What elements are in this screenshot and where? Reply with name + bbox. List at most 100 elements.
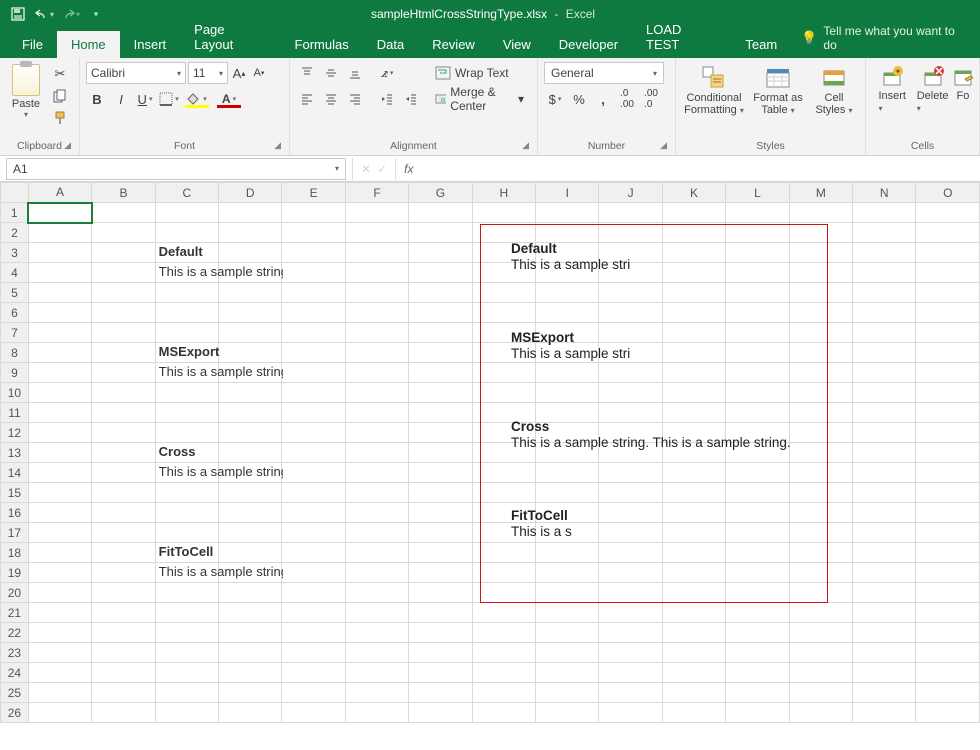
cell-A12[interactable] bbox=[28, 423, 91, 443]
cell-A13[interactable] bbox=[28, 443, 91, 463]
cell-O18[interactable] bbox=[916, 543, 980, 563]
row-header-22[interactable]: 22 bbox=[1, 623, 29, 643]
cell-C7[interactable] bbox=[155, 323, 218, 343]
cell-N1[interactable] bbox=[853, 203, 916, 223]
cell-I25[interactable] bbox=[536, 683, 599, 703]
col-header-E[interactable]: E bbox=[282, 183, 345, 203]
col-header-G[interactable]: G bbox=[409, 183, 472, 203]
cell-K1[interactable] bbox=[662, 203, 725, 223]
cell-G3[interactable] bbox=[409, 243, 472, 263]
cell-I22[interactable] bbox=[536, 623, 599, 643]
cell-G10[interactable] bbox=[409, 383, 472, 403]
cell-F8[interactable] bbox=[345, 343, 408, 363]
cell-D5[interactable] bbox=[219, 283, 282, 303]
cell-M24[interactable] bbox=[789, 663, 852, 683]
cell-G22[interactable] bbox=[409, 623, 472, 643]
cell-G14[interactable] bbox=[409, 463, 472, 483]
cell-B15[interactable] bbox=[92, 483, 155, 503]
tab-home[interactable]: Home bbox=[57, 31, 120, 58]
cell-I24[interactable] bbox=[536, 663, 599, 683]
enter-formula-button[interactable]: ✓ bbox=[377, 162, 387, 176]
cell-B10[interactable] bbox=[92, 383, 155, 403]
align-left-button[interactable] bbox=[296, 88, 318, 110]
font-name-selector[interactable]: Calibri▾ bbox=[86, 62, 186, 84]
cell-N15[interactable] bbox=[853, 483, 916, 503]
cell-K25[interactable] bbox=[662, 683, 725, 703]
cell-B18[interactable] bbox=[92, 543, 155, 563]
cell-N11[interactable] bbox=[853, 403, 916, 423]
cell-F6[interactable] bbox=[345, 303, 408, 323]
cell-A7[interactable] bbox=[28, 323, 91, 343]
cell-L22[interactable] bbox=[726, 623, 789, 643]
cell-D12[interactable] bbox=[219, 423, 282, 443]
row-header-26[interactable]: 26 bbox=[1, 703, 29, 723]
row-header-16[interactable]: 16 bbox=[1, 503, 29, 523]
cell-O7[interactable] bbox=[916, 323, 980, 343]
spreadsheet-grid[interactable]: ABCDEFGHIJKLMNO123Default4This is a samp… bbox=[0, 182, 980, 723]
cell-A16[interactable] bbox=[28, 503, 91, 523]
cell-O12[interactable] bbox=[916, 423, 980, 443]
cell-B7[interactable] bbox=[92, 323, 155, 343]
cell-N21[interactable] bbox=[853, 603, 916, 623]
cell-E1[interactable] bbox=[282, 203, 345, 223]
cell-G11[interactable] bbox=[409, 403, 472, 423]
cell-F1[interactable] bbox=[345, 203, 408, 223]
cell-M14[interactable] bbox=[789, 463, 852, 483]
col-header-C[interactable]: C bbox=[155, 183, 218, 203]
cell-H22[interactable] bbox=[472, 623, 535, 643]
cell-C3[interactable]: Default bbox=[155, 243, 218, 263]
cell-C4[interactable]: This is a sample string. bbox=[155, 263, 218, 283]
cell-B12[interactable] bbox=[92, 423, 155, 443]
cell-L23[interactable] bbox=[726, 643, 789, 663]
cell-C6[interactable] bbox=[155, 303, 218, 323]
cell-E9[interactable] bbox=[282, 363, 345, 383]
cell-M25[interactable] bbox=[789, 683, 852, 703]
cell-E23[interactable] bbox=[282, 643, 345, 663]
row-header-21[interactable]: 21 bbox=[1, 603, 29, 623]
cell-N10[interactable] bbox=[853, 383, 916, 403]
cell-G5[interactable] bbox=[409, 283, 472, 303]
cell-N14[interactable] bbox=[853, 463, 916, 483]
cell-M8[interactable] bbox=[789, 343, 852, 363]
cell-N6[interactable] bbox=[853, 303, 916, 323]
cell-F14[interactable] bbox=[345, 463, 408, 483]
insert-cells-button[interactable]: ✦ Insert▾ bbox=[872, 62, 912, 114]
cell-M23[interactable] bbox=[789, 643, 852, 663]
cell-M5[interactable] bbox=[789, 283, 852, 303]
conditional-formatting-button[interactable]: Conditional Formatting ▾ bbox=[682, 62, 746, 116]
decrease-indent-button[interactable] bbox=[376, 88, 398, 110]
cell-I1[interactable] bbox=[536, 203, 599, 223]
row-header-23[interactable]: 23 bbox=[1, 643, 29, 663]
cell-E17[interactable] bbox=[282, 523, 345, 543]
copy-button[interactable] bbox=[50, 86, 70, 106]
cell-B5[interactable] bbox=[92, 283, 155, 303]
cell-D23[interactable] bbox=[219, 643, 282, 663]
cell-J23[interactable] bbox=[599, 643, 662, 663]
undo-button[interactable]: ▾ bbox=[34, 4, 54, 24]
alignment-dialog-launcher[interactable]: ◢ bbox=[522, 140, 529, 151]
percent-format-button[interactable]: % bbox=[568, 88, 590, 110]
cell-C9[interactable]: This is a sample string. bbox=[155, 363, 218, 383]
cell-I2[interactable] bbox=[536, 223, 599, 243]
cell-F20[interactable] bbox=[345, 583, 408, 603]
cell-D20[interactable] bbox=[219, 583, 282, 603]
col-header-M[interactable]: M bbox=[789, 183, 852, 203]
redo-button[interactable]: ▾ bbox=[60, 4, 80, 24]
cell-K2[interactable] bbox=[662, 223, 725, 243]
cell-J26[interactable] bbox=[599, 703, 662, 723]
cell-B1[interactable] bbox=[92, 203, 155, 223]
cell-C26[interactable] bbox=[155, 703, 218, 723]
cell-G4[interactable] bbox=[409, 263, 472, 283]
cell-B21[interactable] bbox=[92, 603, 155, 623]
wrap-text-button[interactable]: Wrap Text bbox=[428, 62, 531, 84]
row-header-17[interactable]: 17 bbox=[1, 523, 29, 543]
cell-O15[interactable] bbox=[916, 483, 980, 503]
cell-C15[interactable] bbox=[155, 483, 218, 503]
number-dialog-launcher[interactable]: ◢ bbox=[660, 140, 667, 151]
cell-O10[interactable] bbox=[916, 383, 980, 403]
cell-E10[interactable] bbox=[282, 383, 345, 403]
cell-A22[interactable] bbox=[28, 623, 91, 643]
cell-A15[interactable] bbox=[28, 483, 91, 503]
cell-B23[interactable] bbox=[92, 643, 155, 663]
comma-format-button[interactable]: , bbox=[592, 88, 614, 110]
